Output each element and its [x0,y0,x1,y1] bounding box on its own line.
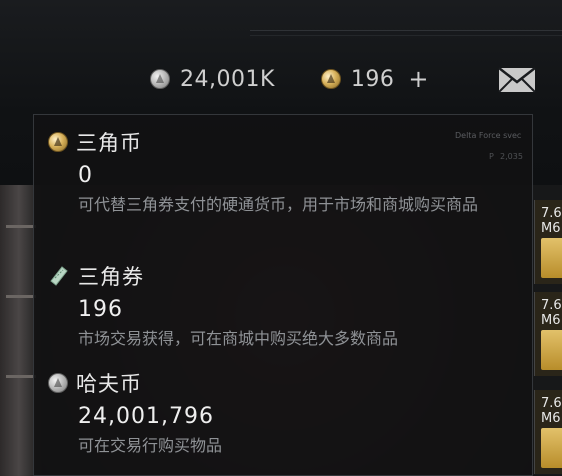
currency-description: 可在交易行购买物品 [78,436,223,455]
delta-ticket-icon [48,265,70,287]
currency-description: 市场交易获得，可在商城中购买绝大多数商品 [78,329,399,348]
tooltip-entry-delta-coin: 三角币 0 可代替三角券支付的硬通货币，用于市场和商城购买商品 [48,129,528,218]
currency-name: 三角券 [78,265,144,289]
ammo-label: 7.6 M6 [541,396,562,426]
tooltip-entry-havoc-coin: 哈夫币 24,001,796 可在交易行购买物品 [48,370,528,459]
hud-divider [250,30,562,36]
currency-name: 哈夫币 [76,372,142,396]
currency-name: 三角币 [76,131,142,155]
tooltip-entry-delta-ticket: 三角券 196 市场交易获得，可在商城中购买绝大多数商品 [48,263,528,352]
delta-coin-icon [320,69,341,89]
gear-strap [6,375,36,378]
ammo-card[interactable]: 7.6 M6 [534,390,562,474]
havoc-balance: 24,001K [180,66,275,92]
delta-ticket-balance: 196 [350,66,395,92]
havoc-coin-icon [150,69,170,89]
ammo-box-icon [541,238,562,278]
ammo-card[interactable]: 7.6 M6 [534,200,562,284]
ammo-card[interactable]: 7.6 M6 [534,292,562,376]
gear-strap [6,225,36,228]
mail-button[interactable] [498,67,536,93]
gear-strap [6,295,36,298]
currency-amount: 24,001,796 [78,404,214,429]
currency-description: 可代替三角券支付的硬通货币，用于市场和商城购买商品 [78,195,479,214]
currency-amount: 196 [78,297,123,322]
currency-bar: 24,001K 196 + [150,64,429,94]
ammo-label: 7.6 M6 [541,298,562,328]
delta-coin-icon [48,132,68,152]
add-currency-button[interactable]: + [408,65,428,93]
havoc-coin-icon [48,373,68,393]
ammo-box-icon [541,428,562,468]
currency-amount: 0 [78,163,93,188]
ammo-label: 7.6 M6 [541,206,562,236]
mail-icon [498,67,536,93]
ammo-box-icon [541,330,562,370]
